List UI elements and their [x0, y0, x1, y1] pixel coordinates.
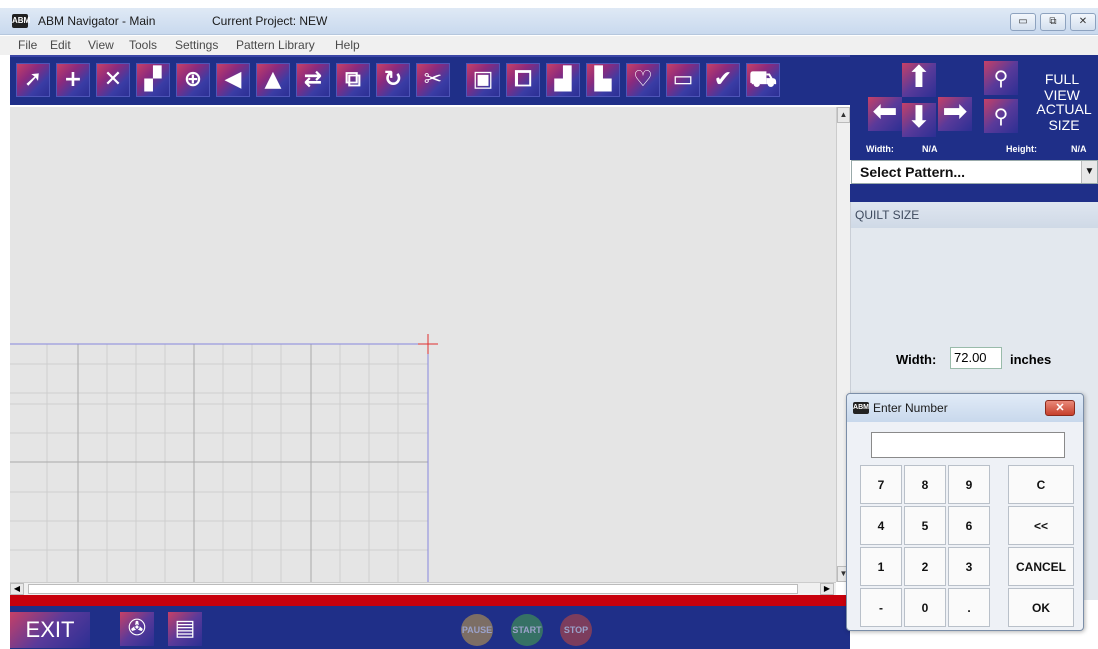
grid-block-icon[interactable]: ▣: [466, 63, 500, 97]
height-value: N/A: [1071, 144, 1087, 154]
zoom-in-icon[interactable]: ⚲: [984, 61, 1018, 95]
key-1[interactable]: 1: [860, 547, 902, 586]
cancel-button[interactable]: CANCEL: [1008, 547, 1074, 586]
pattern-select-value: Select Pattern...: [860, 164, 966, 180]
cut-icon[interactable]: ✂: [416, 63, 450, 97]
mirror-up-icon[interactable]: ▲: [256, 63, 290, 97]
heart-icon[interactable]: ♡: [626, 63, 660, 97]
key-decimal[interactable]: .: [948, 588, 990, 627]
actual-size-button[interactable]: ACTUAL SIZE: [1034, 101, 1094, 133]
pan-left-icon[interactable]: ⬅: [868, 97, 902, 131]
dialog-close-button[interactable]: ✕: [1045, 400, 1075, 416]
enter-number-dialog: Enter Number ABM ✕ 7 8 9 C 4 5 6 << 1 2 …: [846, 393, 1084, 631]
full-view-button[interactable]: FULL VIEW: [1026, 71, 1098, 103]
main-toolbar: ➚ + ✕ ▞ ⊕ ◀ ▲ ⇄ ⧉ ↻ ✂ ▣ ⧠ ▟ ▙ ♡ ▭ ✔ ⛟: [10, 55, 850, 105]
minimize-button[interactable]: ▭: [1010, 13, 1036, 31]
film-reel-icon[interactable]: ✇: [120, 612, 154, 646]
key-minus[interactable]: -: [860, 588, 902, 627]
key-5[interactable]: 5: [904, 506, 946, 545]
menu-bar: File Edit View Tools Settings Pattern Li…: [0, 36, 1098, 55]
menu-help[interactable]: Help: [335, 38, 360, 52]
key-7[interactable]: 7: [860, 465, 902, 504]
scroll-left-icon[interactable]: ◀: [10, 583, 24, 595]
window-title: ABM Navigator - Main: [38, 14, 156, 28]
key-2[interactable]: 2: [904, 547, 946, 586]
exit-button[interactable]: EXIT: [10, 612, 90, 648]
dialog-title: Enter Number: [873, 401, 948, 415]
design-canvas[interactable]: [10, 107, 836, 582]
pan-right-icon[interactable]: ➡: [938, 97, 972, 131]
pattern-select[interactable]: Select Pattern... ▼: [851, 160, 1098, 184]
block-icon[interactable]: ▞: [136, 63, 170, 97]
height-label: Height:: [1006, 144, 1037, 154]
stairs-alt-icon[interactable]: ▙: [586, 63, 620, 97]
key-backspace[interactable]: <<: [1008, 506, 1074, 545]
menu-file[interactable]: File: [18, 38, 37, 52]
app-logo-icon: ABM: [853, 402, 869, 414]
quilt-width-input[interactable]: 72.00: [950, 347, 1002, 369]
scroll-up-icon[interactable]: ▲: [837, 107, 850, 123]
key-3[interactable]: 3: [948, 547, 990, 586]
target-icon[interactable]: ⊕: [176, 63, 210, 97]
delete-x-icon[interactable]: ✕: [96, 63, 130, 97]
scroll-right-icon[interactable]: ▶: [820, 583, 834, 595]
rotate-icon[interactable]: ↻: [376, 63, 410, 97]
divider-bar: [850, 184, 1098, 202]
key-0[interactable]: 0: [904, 588, 946, 627]
quilt-grid: [10, 334, 438, 582]
save-disk-icon[interactable]: ▤: [168, 612, 202, 646]
horizontal-scroll-thumb[interactable]: [28, 584, 798, 594]
current-project-label: Current Project: NEW: [212, 14, 328, 28]
close-button[interactable]: ✕: [1070, 13, 1096, 31]
width-label: Width:: [866, 144, 894, 154]
width-value: N/A: [922, 144, 938, 154]
select-arrow-icon[interactable]: ➚: [16, 63, 50, 97]
pan-up-icon[interactable]: ⬆: [902, 63, 936, 97]
swap-arrows-icon[interactable]: ⇄: [296, 63, 330, 97]
title-bar: ABM ABM Navigator - Main Current Project…: [0, 8, 1098, 35]
bottom-bar: EXIT ✇ ▤ PAUSE START STOP: [10, 606, 850, 649]
ok-button[interactable]: OK: [1008, 588, 1074, 627]
menu-edit[interactable]: Edit: [50, 38, 71, 52]
checkmark-icon[interactable]: ✔: [706, 63, 740, 97]
add-crosshair-icon[interactable]: +: [56, 63, 90, 97]
number-input[interactable]: [871, 432, 1065, 458]
start-button[interactable]: START: [511, 614, 543, 646]
tile-icon[interactable]: ⧠: [506, 63, 540, 97]
key-6[interactable]: 6: [948, 506, 990, 545]
quilt-size-header: QUILT SIZE: [851, 202, 1098, 228]
chevron-down-icon[interactable]: ▼: [1081, 161, 1097, 183]
app-window: ABM ABM Navigator - Main Current Project…: [0, 0, 1098, 649]
menu-view[interactable]: View: [88, 38, 114, 52]
rectangle-icon[interactable]: ▭: [666, 63, 700, 97]
restore-button[interactable]: ⧉: [1040, 13, 1066, 31]
key-4[interactable]: 4: [860, 506, 902, 545]
menu-pattern-library[interactable]: Pattern Library: [236, 38, 315, 52]
stairs-icon[interactable]: ▟: [546, 63, 580, 97]
mirror-left-icon[interactable]: ◀: [216, 63, 250, 97]
quilt-width-unit: inches: [1010, 352, 1052, 367]
navigation-panel: ⬆ ⬅ ⬇ ➡ ⚲ ⚲ FULL VIEW ACTUAL SIZE Width:…: [850, 55, 1098, 160]
key-clear[interactable]: C: [1008, 465, 1074, 504]
menu-settings[interactable]: Settings: [175, 38, 218, 52]
pan-down-icon[interactable]: ⬇: [902, 103, 936, 137]
progress-bar: [10, 595, 850, 606]
cart-icon[interactable]: ⛟: [746, 63, 780, 97]
zoom-out-icon[interactable]: ⚲: [984, 99, 1018, 133]
pause-button[interactable]: PAUSE: [461, 614, 493, 646]
quilt-width-label: Width:: [896, 352, 937, 367]
key-9[interactable]: 9: [948, 465, 990, 504]
menu-tools[interactable]: Tools: [129, 38, 157, 52]
app-logo-icon: ABM: [12, 14, 30, 28]
horizontal-scrollbar[interactable]: ◀ ▶: [10, 582, 836, 595]
stop-button[interactable]: STOP: [560, 614, 592, 646]
copy-icon[interactable]: ⧉: [336, 63, 370, 97]
key-8[interactable]: 8: [904, 465, 946, 504]
